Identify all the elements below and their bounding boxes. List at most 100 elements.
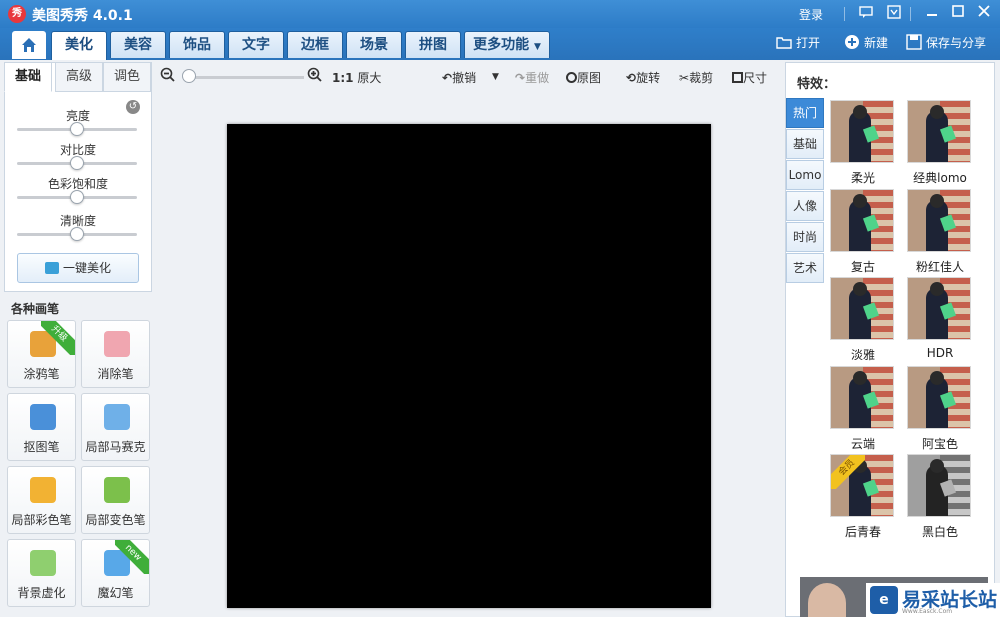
minimize-button[interactable] [922, 4, 942, 24]
adjust-slider-knob[interactable] [70, 227, 84, 241]
adjust-slider-knob[interactable] [70, 190, 84, 204]
adjust-slider-knob[interactable] [70, 156, 84, 170]
zoom-slider-track[interactable] [188, 76, 304, 79]
app-title: 美图秀秀 4.0.1 [32, 8, 133, 24]
login-link[interactable]: 登录 [799, 6, 823, 23]
recolor-brush-button[interactable]: 局部变色笔 [81, 466, 150, 534]
ratio-label: 1:1 [332, 71, 354, 85]
save-share-button[interactable]: 保存与分享 [906, 34, 986, 51]
undo-button[interactable]: ↶撤销 [442, 69, 476, 86]
home-icon [22, 38, 36, 52]
badge-text: new [115, 540, 149, 574]
close-button[interactable] [974, 4, 994, 24]
undo-dropdown-icon[interactable]: ▼ [492, 72, 499, 82]
rotate-button[interactable]: ⟲旋转 [626, 69, 660, 86]
brush-icon [104, 477, 130, 503]
skin-icon[interactable] [886, 5, 902, 21]
effect-thumbnail [907, 454, 971, 517]
more-features-label: 更多功能 [473, 37, 530, 53]
effect-thumbnail [830, 277, 894, 340]
divider [910, 7, 911, 21]
zoom-out-icon[interactable] [160, 67, 176, 86]
canvas-area [160, 92, 780, 617]
effect-category-tab[interactable]: 基础 [786, 129, 824, 159]
effect-category-tab[interactable]: 热门 [786, 98, 824, 128]
brush-label: 涂鸦笔 [23, 367, 60, 381]
new-button[interactable]: 新建 [844, 34, 888, 51]
brush-label: 局部变色笔 [85, 513, 146, 527]
zoom-in-icon[interactable] [307, 67, 323, 86]
effect-category-tab[interactable]: 人像 [786, 191, 824, 221]
tab-beauty[interactable]: 美容 [110, 31, 166, 58]
new-label: 新建 [864, 36, 889, 50]
effects-panel: 特效： 热门 基础 Lomo 人像 时尚 艺术 柔光 经典lomo 复古 粉红佳… [785, 62, 995, 617]
brush-label: 魔幻笔 [97, 586, 134, 600]
crop-button[interactable]: ✂裁剪 [679, 69, 713, 86]
color-brush-button[interactable]: 局部彩色笔 [7, 466, 76, 534]
zoom-slider-knob[interactable] [182, 69, 196, 83]
rotate-icon: ⟲ [626, 71, 637, 85]
mosaic-brush-button[interactable]: 局部马赛克 [81, 393, 150, 461]
dropdown-arrow-icon: ▼ [533, 42, 541, 52]
watermark-subtext: Www.Easck.Com [902, 608, 953, 615]
scissors-icon: ✂ [679, 71, 690, 85]
effect-name: 淡雅 [850, 348, 875, 362]
brush-label: 背景虚化 [17, 586, 66, 600]
redo-button[interactable]: ↷重做 [515, 69, 549, 86]
background-blur-button[interactable]: 背景虚化 [7, 539, 76, 607]
photo-canvas[interactable] [227, 124, 711, 608]
cutout-brush-button[interactable]: 抠图笔 [7, 393, 76, 461]
brush-label: 局部马赛克 [85, 440, 146, 454]
maximize-button[interactable] [948, 4, 968, 24]
folder-icon [776, 37, 792, 49]
eraser-brush-button[interactable]: 消除笔 [81, 320, 150, 388]
redo-icon: ↷ [515, 71, 526, 85]
adjust-slider-knob[interactable] [70, 122, 84, 136]
brush-icon [30, 477, 56, 503]
original-size-button[interactable]: 1:1 原大 [332, 69, 381, 86]
tab-beautify[interactable]: 美化 [51, 31, 107, 60]
tab-collage[interactable]: 拼图 [405, 31, 461, 58]
watermark: e 易采站长站 Www.Easck.Com [866, 583, 1000, 617]
magic-brush-button[interactable]: 魔幻笔 new [81, 539, 150, 607]
tab-basic[interactable]: 基础 [4, 62, 52, 92]
tab-scene[interactable]: 场景 [346, 31, 402, 58]
tab-frame[interactable]: 边框 [287, 31, 343, 58]
tab-advanced[interactable]: 高级 [55, 62, 103, 92]
tab-more-features[interactable]: 更多功能 ▼ [464, 31, 550, 58]
effect-thumbnail [830, 188, 894, 252]
effect-thumbnail [907, 277, 971, 340]
save-icon [906, 34, 922, 50]
badge-text: 升级 [41, 321, 75, 355]
tab-accessories[interactable]: 饰品 [169, 31, 225, 58]
member-badge: 会员 [831, 455, 865, 489]
resize-button[interactable]: 尺寸 [732, 69, 767, 86]
open-label: 打开 [796, 36, 821, 50]
original-image-button[interactable]: 原图 [566, 69, 601, 86]
one-click-beautify-button[interactable]: 一键美化 [17, 253, 139, 283]
open-button[interactable]: 打开 [776, 34, 820, 51]
brush-icon [30, 404, 56, 430]
effect-category-tab[interactable]: 时尚 [786, 222, 824, 252]
effect-name: 经典lomo [913, 171, 967, 185]
brush-label: 抠图笔 [23, 440, 60, 454]
message-icon[interactable] [858, 5, 874, 21]
brush-label: 消除笔 [97, 367, 134, 381]
effect-category-tab[interactable]: 艺术 [786, 253, 824, 283]
effect-name: 黑白色 [921, 525, 958, 539]
undo-icon: ↶ [442, 71, 453, 85]
tab-color[interactable]: 调色 [103, 62, 151, 92]
doodle-brush-button[interactable]: 涂鸦笔 升级 [7, 320, 76, 388]
effect-name: HDR [926, 346, 954, 360]
magic-wand-icon [44, 262, 59, 274]
effect-name: 柔光 [850, 171, 875, 185]
home-tab[interactable] [12, 31, 46, 59]
crop-label: 裁剪 [689, 71, 714, 85]
badge-ribbon: 升级 [41, 321, 75, 355]
undo-label: 撤销 [452, 71, 477, 85]
effect-category-tab[interactable]: Lomo [786, 160, 824, 190]
tab-text[interactable]: 文字 [228, 31, 284, 58]
one-click-label: 一键美化 [62, 261, 111, 275]
effect-thumbnail [830, 100, 894, 163]
brush-icon [104, 331, 130, 357]
